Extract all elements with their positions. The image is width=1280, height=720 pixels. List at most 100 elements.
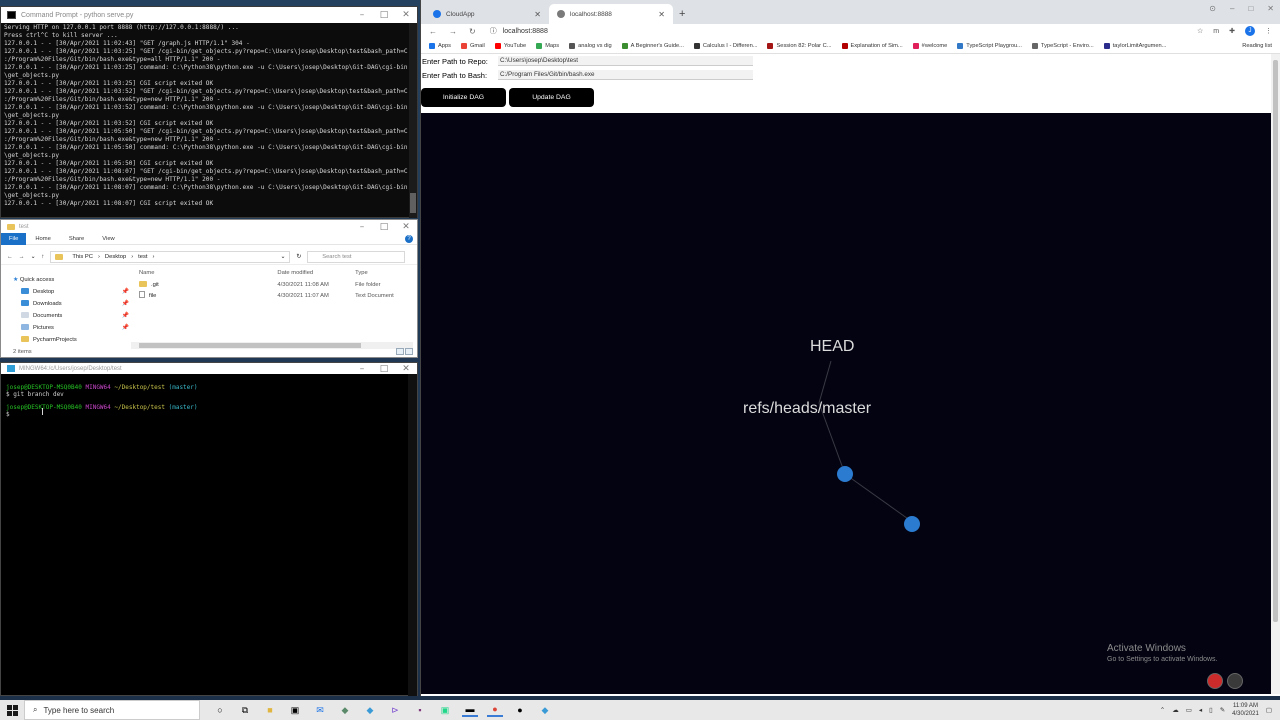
bookmark-item[interactable]: #welcome	[912, 42, 947, 49]
explorer-search-input[interactable]: Search test	[307, 250, 406, 263]
pycharm-icon[interactable]: ▣	[437, 703, 453, 717]
pen-tray-icon[interactable]: ✎	[1220, 706, 1225, 714]
ribbon-tab-home[interactable]: Home	[26, 236, 59, 242]
ribbon-tab-view[interactable]: View	[93, 236, 123, 242]
address-bar[interactable]: ⓘ localhost:8888	[488, 25, 1185, 38]
cmd-titlebar[interactable]: Command Prompt - python serve.py – □ ✕	[1, 7, 417, 23]
pen-icon[interactable]	[1227, 673, 1243, 689]
back-arrow-icon[interactable]: ←	[7, 254, 13, 260]
commit-node[interactable]	[837, 466, 853, 482]
bash-scrollbar[interactable]	[408, 374, 417, 696]
column-name[interactable]: Name	[137, 268, 277, 278]
forward-arrow-icon[interactable]: →	[19, 254, 25, 260]
bookmark-item[interactable]: analog vs dig	[569, 42, 612, 49]
store-icon[interactable]: ▣	[287, 703, 303, 717]
start-button[interactable]	[0, 704, 24, 716]
profile-avatar[interactable]: J	[1245, 26, 1255, 36]
breadcrumb-test[interactable]: test	[138, 254, 147, 260]
refresh-icon[interactable]: ↻	[296, 254, 301, 260]
close-icon[interactable]: ✕	[395, 222, 417, 232]
bookmark-item[interactable]: Maps	[536, 42, 559, 49]
file-explorer-icon[interactable]: ■	[262, 703, 278, 717]
git-bash-window[interactable]: MINGW64:/c/Users/josep/Desktop/test – □ …	[0, 362, 418, 696]
nav-pycharm-projects[interactable]: PycharmProjects	[9, 334, 129, 346]
mail-icon[interactable]: ✉	[312, 703, 328, 717]
minimize-icon[interactable]: –	[351, 364, 373, 374]
close-tab-icon[interactable]: ✕	[534, 10, 541, 19]
notifications-icon[interactable]: ▢	[1266, 706, 1272, 714]
nav-documents[interactable]: Documents 📌	[9, 310, 129, 322]
bookmark-item[interactable]: TypeScript Playgrou...	[957, 42, 1022, 49]
maximize-icon[interactable]: □	[373, 364, 395, 374]
update-dag-button[interactable]: Update DAG	[509, 88, 594, 107]
bash-path-input[interactable]: C:/Program Files/Git/bin/bash.exe	[498, 70, 753, 80]
extension-m-icon[interactable]: m	[1213, 28, 1219, 35]
file-explorer-window[interactable]: test – □ ✕ File Home Share View ? ← → ⌄ …	[0, 219, 418, 358]
close-icon[interactable]: ✕	[395, 364, 417, 374]
dag-canvas[interactable]: HEAD refs/heads/master Activate Windows …	[421, 113, 1272, 694]
bookmark-item[interactable]: Gmail	[460, 42, 485, 49]
taskbar-search[interactable]: ⌕ Type here to search	[24, 700, 200, 720]
menu-kebab-icon[interactable]: ⋮	[1265, 27, 1272, 35]
info-icon[interactable]: ⓘ	[490, 26, 497, 36]
new-tab-icon[interactable]: +	[673, 8, 691, 24]
bookmark-item[interactable]: Explanation of Sim...	[841, 42, 903, 49]
column-date[interactable]: Date modified	[277, 268, 355, 278]
bookmark-item[interactable]: TypeScript - Enviro...	[1031, 42, 1094, 49]
large-icons-view-icon[interactable]	[405, 348, 413, 355]
terminal-icon[interactable]: ▬	[462, 703, 478, 717]
bookmark-item[interactable]: taylorLimitArgumen...	[1103, 42, 1166, 49]
close-tab-icon[interactable]: ✕	[658, 10, 665, 19]
up-arrow-icon[interactable]: ↑	[41, 254, 44, 260]
app-icon[interactable]: ◆	[337, 703, 353, 717]
nav-pictures[interactable]: Pictures 📌	[9, 322, 129, 334]
maximize-icon[interactable]: □	[1248, 4, 1253, 13]
column-type[interactable]: Type	[355, 268, 412, 278]
record-icon[interactable]	[1207, 673, 1223, 689]
command-prompt-window[interactable]: Command Prompt - python serve.py – □ ✕ S…	[0, 6, 418, 218]
help-icon[interactable]: ?	[405, 234, 413, 243]
nav-quick-access[interactable]: ★ Quick access	[9, 274, 129, 286]
folder-sync-icon[interactable]: ▭	[1186, 706, 1192, 714]
extensions-puzzle-icon[interactable]: ✚	[1229, 27, 1235, 35]
initialize-dag-button[interactable]: Initialize DAG	[421, 88, 506, 107]
tray-chevron-icon[interactable]: ⌃	[1160, 706, 1165, 714]
bookmark-item[interactable]: YouTube	[494, 42, 526, 49]
bookmark-item[interactable]: Apps	[429, 42, 451, 49]
tab-cloudapp[interactable]: CloudApp ✕	[425, 4, 549, 24]
clock[interactable]: 11:09 AM 4/30/2021	[1232, 702, 1259, 718]
close-icon[interactable]: ✕	[395, 10, 417, 20]
input-line[interactable]: $	[6, 411, 413, 418]
repo-path-input[interactable]: C:\Users\josep\Desktop\test	[498, 56, 753, 66]
breadcrumb-desktop[interactable]: Desktop	[105, 254, 126, 260]
tab-search-icon[interactable]: ⊙	[1209, 4, 1216, 13]
ribbon-tab-file[interactable]: File	[1, 232, 27, 245]
maximize-icon[interactable]: □	[373, 10, 395, 20]
onedrive-icon[interactable]: ☁	[1172, 706, 1179, 714]
file-row[interactable]: .git 4/30/2021 11:08 AM File folder	[137, 280, 412, 291]
master-ref-label[interactable]: refs/heads/master	[743, 400, 871, 418]
forward-icon[interactable]: →	[449, 27, 457, 36]
minimize-icon[interactable]: –	[1230, 4, 1234, 13]
minimize-icon[interactable]: –	[351, 10, 373, 20]
volume-icon[interactable]: ◂	[1199, 706, 1202, 714]
close-icon[interactable]: ✕	[1267, 4, 1274, 13]
browser-window[interactable]: CloudApp ✕ localhost:8888 ✕ + ⊙ – □ ✕ ← …	[420, 0, 1280, 696]
minimize-icon[interactable]: –	[351, 222, 373, 232]
onenote-icon[interactable]: ▪	[412, 703, 428, 717]
commit-node[interactable]	[904, 516, 920, 532]
ribbon-tab-share[interactable]: Share	[60, 236, 93, 242]
bash-terminal[interactable]: josep@DESKTOP-MSQ0B40 MINGW64 ~/Desktop/…	[1, 374, 417, 418]
bookmark-item[interactable]: Session 82: Polar C...	[767, 42, 832, 49]
explorer-titlebar[interactable]: test – □ ✕	[1, 220, 417, 233]
cmd-scrollbar[interactable]	[409, 23, 417, 218]
app-icon[interactable]: ●	[512, 703, 528, 717]
bash-titlebar[interactable]: MINGW64:/c/Users/josep/Desktop/test – □ …	[1, 363, 417, 374]
app-icon[interactable]: ◆	[537, 703, 553, 717]
page-scrollbar[interactable]	[1271, 54, 1280, 694]
back-icon[interactable]: ←	[429, 27, 437, 36]
recent-chevron-icon[interactable]: ⌄	[31, 254, 36, 260]
reading-list-button[interactable]: Reading list	[1242, 43, 1272, 49]
network-icon[interactable]: ▯	[1209, 706, 1213, 714]
explorer-hscrollbar[interactable]	[131, 342, 413, 349]
